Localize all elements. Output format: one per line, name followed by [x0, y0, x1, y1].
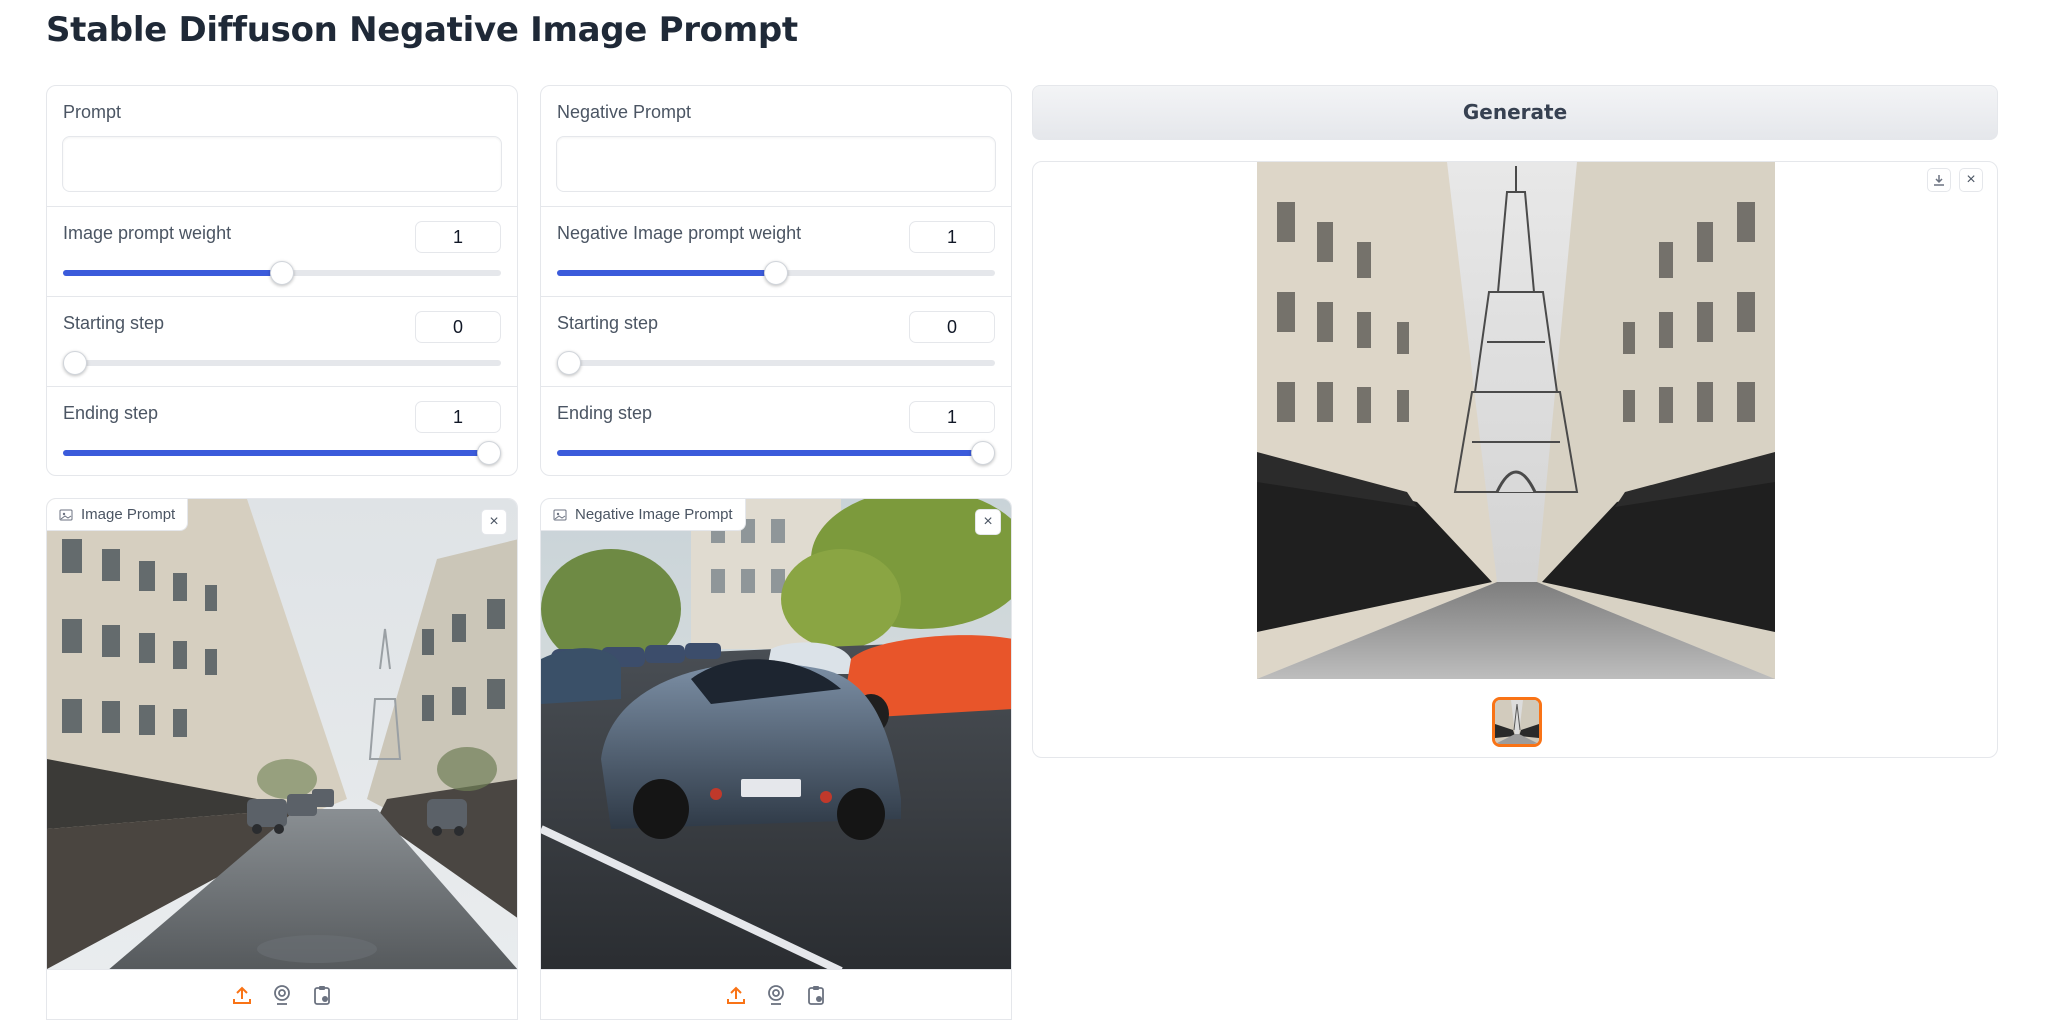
download-icon [1934, 175, 1944, 186]
image-prompt-weight-slider[interactable] [63, 261, 501, 285]
thumbnail-image [1495, 700, 1539, 744]
negative-image-prompt-weight-slider[interactable] [557, 261, 995, 285]
negative-ending-step-slider[interactable] [557, 441, 995, 465]
image-prompt-weight-number[interactable]: 1 [415, 221, 501, 253]
generated-image[interactable] [1257, 162, 1775, 679]
slider-handle[interactable] [270, 261, 294, 285]
webcam-icon[interactable] [765, 984, 787, 1006]
webcam-icon[interactable] [271, 984, 293, 1006]
slider-handle[interactable] [63, 351, 87, 375]
negative-image-prompt-image[interactable] [541, 499, 1012, 971]
image-prompt-close-button[interactable]: × [481, 509, 507, 535]
ending-step-number[interactable]: 1 [415, 401, 501, 433]
image-icon [59, 509, 73, 520]
negative-image-prompt-badge: Negative Image Prompt [541, 499, 746, 531]
slider-handle[interactable] [764, 261, 788, 285]
page-title: Stable Diffuson Negative Image Prompt [46, 10, 798, 50]
image-prompt-toolbar [47, 969, 517, 1019]
negative-starting-step-label: Starting step [557, 313, 659, 333]
starting-step-number[interactable]: 0 [415, 311, 501, 343]
negative-image-prompt-controls: Negative Prompt Negative Image prompt we… [540, 85, 1012, 476]
image-prompt-controls: Prompt Image prompt weight 1 Starting st… [46, 85, 518, 476]
negative-starting-step-slider[interactable] [557, 351, 995, 375]
upload-icon[interactable] [231, 984, 253, 1006]
negative-image-prompt-close-button[interactable]: × [975, 509, 1001, 535]
negative-ending-step-label: Ending step [557, 403, 653, 423]
slider-handle[interactable] [477, 441, 501, 465]
output-close-button[interactable]: × [1959, 168, 1983, 192]
image-prompt-panel: Image Prompt × [46, 498, 518, 1020]
upload-icon[interactable] [725, 984, 747, 1006]
generate-button[interactable]: Generate [1032, 85, 1998, 140]
image-prompt-badge: Image Prompt [47, 499, 189, 531]
negative-prompt-label: Negative Prompt [557, 102, 692, 122]
image-icon [553, 509, 567, 520]
slider-handle[interactable] [557, 351, 581, 375]
negative-image-prompt-label: Negative Image Prompt [575, 505, 733, 523]
slider-handle[interactable] [971, 441, 995, 465]
clipboard-icon[interactable] [805, 984, 827, 1006]
gallery-thumbnail[interactable] [1492, 697, 1542, 747]
image-prompt-weight-label: Image prompt weight [63, 223, 232, 243]
negative-image-prompt-toolbar [541, 969, 1011, 1019]
prompt-input[interactable] [62, 136, 502, 192]
negative-image-prompt-panel: Negative Image Prompt × [540, 498, 1012, 1020]
starting-step-slider[interactable] [63, 351, 501, 375]
negative-prompt-input[interactable] [556, 136, 996, 192]
negative-image-prompt-weight-number[interactable]: 1 [909, 221, 995, 253]
ending-step-slider[interactable] [63, 441, 501, 465]
ending-step-label: Ending step [63, 403, 159, 423]
download-button[interactable] [1927, 168, 1951, 192]
image-prompt-label: Image Prompt [81, 505, 176, 523]
starting-step-label: Starting step [63, 313, 165, 333]
clipboard-icon[interactable] [311, 984, 333, 1006]
negative-ending-step-number[interactable]: 1 [909, 401, 995, 433]
negative-starting-step-number[interactable]: 0 [909, 311, 995, 343]
prompt-label: Prompt [63, 102, 122, 122]
negative-image-prompt-weight-label: Negative Image prompt weight [557, 223, 802, 243]
image-prompt-image[interactable] [47, 499, 518, 971]
output-gallery: × [1032, 161, 1998, 758]
